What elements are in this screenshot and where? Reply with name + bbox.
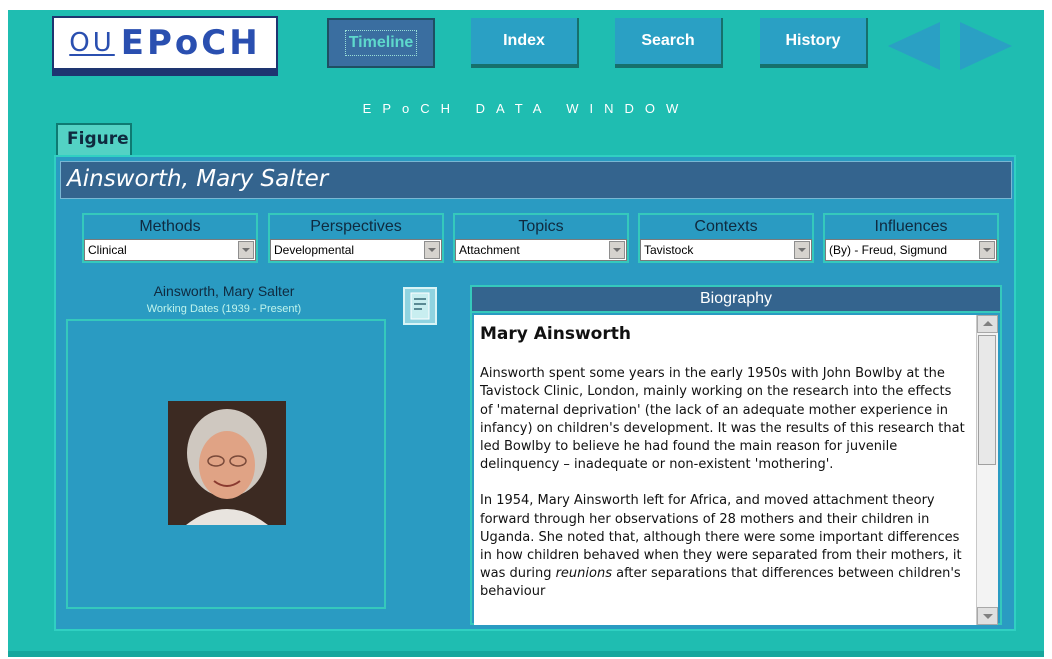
methods-value: Clinical — [88, 243, 127, 257]
topics-group: Topics Attachment — [453, 213, 629, 263]
portrait-frame — [66, 319, 386, 609]
next-arrow-icon[interactable] — [960, 22, 1012, 70]
influences-group: Influences (By) - Freud, Sigmund — [823, 213, 999, 263]
index-button[interactable]: Index — [471, 18, 579, 68]
influences-label: Influences — [874, 218, 948, 235]
perspectives-group: Perspectives Developmental — [268, 213, 444, 263]
timeline-label: Timeline — [344, 30, 418, 56]
figure-name: Ainsworth, Mary Salter — [153, 283, 295, 299]
biography-paragraph-2: In 1954, Mary Ainsworth left for Africa,… — [480, 492, 967, 601]
tab-figure[interactable]: Figure — [56, 123, 132, 157]
figure-panel: Ainsworth, Mary Salter Methods Clinical … — [54, 155, 1016, 631]
biography-title: Mary Ainsworth — [480, 324, 631, 344]
contexts-select[interactable]: Tavistock — [640, 239, 812, 261]
methods-select[interactable]: Clinical — [84, 239, 256, 261]
search-button[interactable]: Search — [615, 18, 723, 68]
dropdown-arrow-icon[interactable] — [794, 241, 810, 259]
biography-panel: Biography Mary Ainsworth Ainsworth spent… — [470, 285, 1002, 625]
biography-emphasis: reunions — [555, 566, 612, 582]
dropdown-arrow-icon[interactable] — [238, 241, 254, 259]
contexts-value: Tavistock — [644, 243, 694, 257]
biography-text[interactable]: Mary Ainsworth Ainsworth spent some year… — [474, 315, 977, 625]
perspectives-value: Developmental — [274, 243, 355, 257]
working-dates: Working Dates (1939 - Present) — [146, 303, 302, 315]
scroll-thumb[interactable] — [978, 335, 996, 465]
biography-paragraph-1: Ainsworth spent some years in the early … — [480, 366, 965, 473]
logo-epoch: EPoCH — [120, 23, 261, 63]
perspectives-select[interactable]: Developmental — [270, 239, 442, 261]
influences-value: (By) - Freud, Sigmund — [829, 243, 948, 257]
dropdown-arrow-icon[interactable] — [609, 241, 625, 259]
logo-ou: OU — [69, 28, 115, 58]
methods-label: Methods — [139, 218, 201, 235]
topics-label: Topics — [518, 218, 564, 235]
prev-arrow-icon[interactable] — [888, 22, 940, 70]
influences-select[interactable]: (By) - Freud, Sigmund — [825, 239, 997, 261]
app-bottom-border — [8, 651, 1044, 657]
ou-epoch-logo: OU EPoCH — [52, 16, 278, 70]
scroll-down-icon[interactable] — [977, 607, 998, 625]
print-button[interactable] — [403, 287, 437, 325]
methods-group: Methods Clinical — [82, 213, 258, 263]
topics-select[interactable]: Attachment — [455, 239, 627, 261]
biography-header: Biography — [472, 287, 1000, 313]
biography-scrollbar[interactable] — [976, 315, 998, 625]
history-button[interactable]: History — [760, 18, 868, 68]
dropdown-arrow-icon[interactable] — [424, 241, 440, 259]
contexts-group: Contexts Tavistock — [638, 213, 814, 263]
epoch-app: OU EPoCH Timeline Index Search History E… — [8, 10, 1044, 657]
history-label: History — [785, 32, 841, 49]
perspectives-label: Perspectives — [310, 218, 402, 235]
portrait-photo — [168, 401, 286, 525]
figure-name-header: Ainsworth, Mary Salter — [60, 161, 1012, 199]
window-title: EPoCH DATA WINDOW — [362, 101, 690, 116]
scroll-up-icon[interactable] — [977, 315, 998, 333]
contexts-label: Contexts — [694, 218, 758, 235]
search-label: Search — [641, 32, 695, 49]
timeline-button[interactable]: Timeline — [327, 18, 435, 68]
print-icon — [410, 292, 430, 320]
dropdown-arrow-icon[interactable] — [979, 241, 995, 259]
index-label: Index — [503, 32, 545, 49]
topics-value: Attachment — [459, 243, 520, 257]
